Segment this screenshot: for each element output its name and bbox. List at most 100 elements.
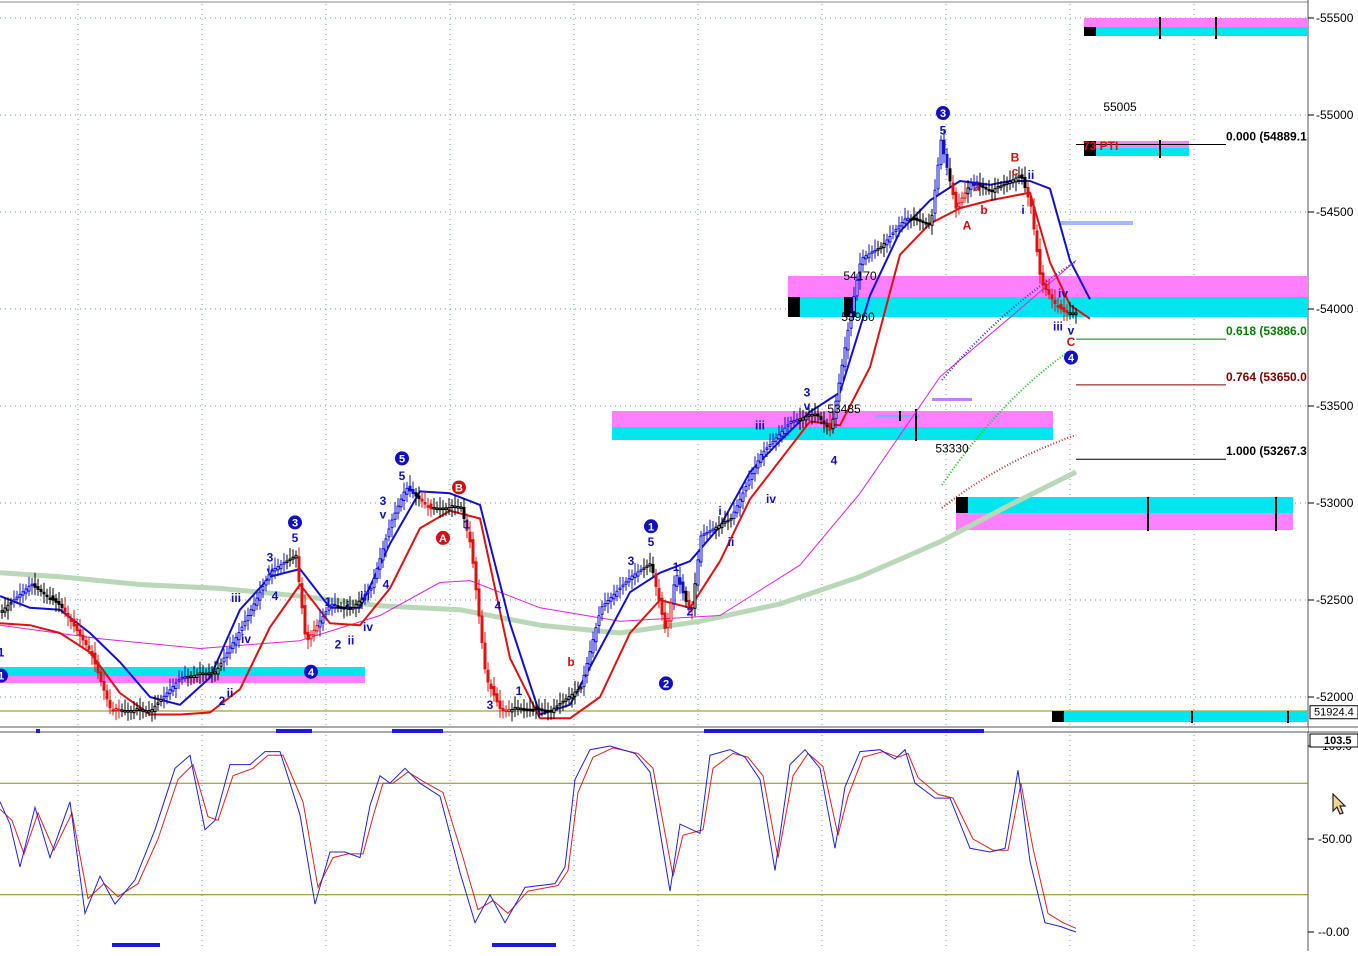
candle-body — [693, 583, 697, 609]
wave-label: 4 — [831, 453, 838, 467]
wave-label: iii — [1053, 319, 1063, 333]
candle-body — [492, 685, 496, 696]
candle-body — [294, 554, 298, 559]
chart-canvas[interactable]: 0.000 (54889.1 0.618 (53886.0 0.764 (53650… — [0, 0, 1358, 951]
candle-body — [87, 645, 91, 650]
wave-label: 2 — [663, 678, 669, 690]
wave-label: 1 — [0, 645, 5, 659]
candle-body — [288, 558, 292, 562]
candle-body — [930, 214, 934, 226]
fib-label: 0.618 (53886.0 — [1226, 324, 1307, 338]
wave-label: B — [455, 482, 463, 494]
candle-body — [114, 707, 118, 712]
candle-body — [960, 197, 964, 203]
candle-body — [312, 629, 316, 636]
zone-marker — [1052, 711, 1064, 722]
wave-label: 2 — [687, 605, 694, 619]
candle-body — [396, 505, 400, 514]
candle-body — [942, 139, 946, 155]
candle-body — [372, 577, 376, 589]
candle-body — [273, 567, 277, 572]
candle-body — [636, 571, 640, 577]
trading-chart[interactable]: 0.000 (54889.1 0.618 (53886.0 0.764 (53650… — [0, 0, 1358, 951]
wave-label: 3 — [292, 517, 298, 529]
candle-body — [840, 364, 844, 385]
candle-body — [936, 164, 940, 190]
candle-body — [870, 251, 874, 254]
target-zone — [932, 398, 972, 401]
candle-body — [606, 600, 610, 605]
wave-label: 3 — [628, 554, 635, 568]
candle-body — [846, 329, 850, 351]
candle-body — [699, 535, 703, 563]
candle-body — [441, 507, 445, 511]
wave-label: 4 — [308, 667, 315, 679]
candle-body — [996, 186, 1000, 189]
candle-body — [84, 640, 88, 646]
candle-body — [582, 674, 586, 688]
candle-body — [990, 189, 994, 193]
wave-label: v — [267, 564, 274, 578]
candle-body — [798, 418, 802, 421]
candle-body — [747, 479, 751, 486]
candle-body — [684, 590, 688, 602]
candle-body — [195, 674, 199, 679]
candle-body — [15, 596, 19, 600]
candle-body — [738, 498, 742, 508]
candle-body — [240, 626, 244, 631]
candle-body — [99, 671, 103, 682]
candle-body — [108, 699, 112, 709]
candle-body — [726, 519, 730, 523]
candle-body — [333, 603, 337, 607]
candle-body — [171, 685, 175, 692]
price-label: 53330 — [935, 442, 969, 456]
wave-label: iv — [766, 492, 776, 506]
candle-body — [732, 511, 736, 520]
candle-body — [1062, 307, 1066, 312]
candle-body — [1020, 174, 1024, 179]
wave-label: v — [380, 508, 387, 522]
wave-label: 4 — [1068, 353, 1075, 365]
candle-body — [969, 182, 973, 190]
candle-body — [621, 584, 625, 588]
candle-body — [801, 417, 805, 421]
candle-body — [414, 492, 418, 497]
candle-body — [912, 216, 916, 221]
candle-body — [675, 575, 679, 587]
candle-body — [495, 693, 499, 703]
candle-body — [789, 421, 793, 424]
candle-body — [567, 696, 571, 701]
candle-body — [528, 708, 532, 712]
candle-body — [384, 538, 388, 552]
candle-body — [0, 610, 4, 613]
price-label: 54170 — [843, 269, 877, 283]
wave-label: 1 — [648, 521, 654, 533]
wave-label: 2 — [219, 694, 226, 708]
candle-body — [555, 705, 559, 708]
candle-body — [378, 558, 382, 570]
candle-body — [477, 588, 481, 617]
signal-bar — [492, 943, 556, 947]
candle-body — [450, 505, 454, 508]
candle-body — [117, 708, 121, 712]
wave-label: i — [1021, 203, 1024, 217]
candle-body — [669, 602, 673, 622]
candle-body — [741, 492, 745, 502]
wave-label: 3 — [380, 494, 387, 508]
wave-label: 4 — [495, 599, 502, 613]
candle-body — [381, 548, 385, 561]
y-tick-label: -53500 — [1316, 399, 1354, 413]
wave-label: B — [1011, 151, 1020, 165]
candle-body — [399, 498, 403, 508]
candle-body — [825, 424, 829, 428]
wave-label: a — [974, 180, 981, 194]
candle-body — [9, 602, 13, 605]
candle-body — [516, 707, 520, 710]
candle-body — [21, 591, 25, 596]
candle-body — [948, 168, 952, 182]
candle-body — [600, 606, 604, 615]
wave-label: b — [980, 203, 987, 217]
candle-body — [435, 507, 439, 510]
candle-body — [951, 182, 955, 196]
fib-label: 0.000 (54889.1 — [1226, 130, 1307, 144]
